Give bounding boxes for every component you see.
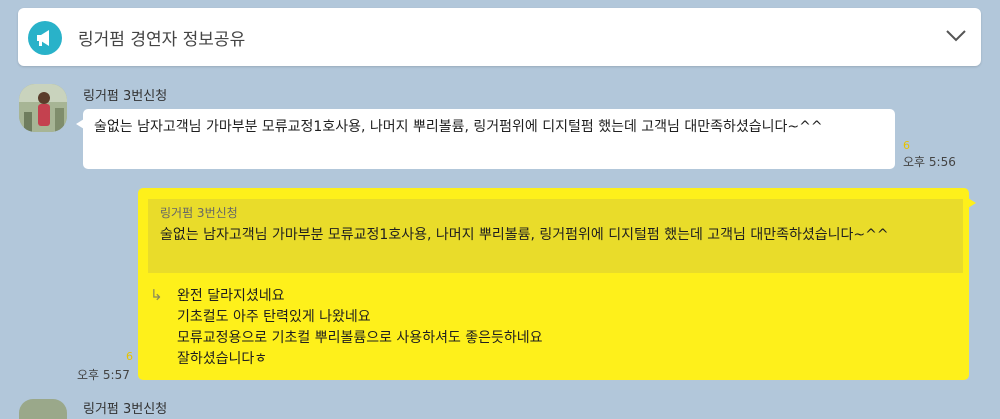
quoted-message[interactable]: 링거펌 3번신청 술없는 남자고객님 가마부분 모류교정1호사용, 나머지 뿌리… (148, 199, 963, 273)
avatar[interactable] (19, 84, 67, 132)
notice-bar[interactable]: 링거펌 경연자 정보공유 (18, 8, 981, 66)
reply-line: 기초컬도 아주 탄력있게 나왔네요 (177, 309, 371, 325)
reply-line: 완전 달라지셨네요 (177, 288, 285, 304)
megaphone-icon (28, 21, 62, 55)
unread-count: 6 (903, 139, 910, 152)
reply-line: 모류교정용으로 기초컬 뿌리볼륨으로 사용하셔도 좋은듯하네요 (177, 330, 543, 346)
reply-text: 완전 달라지셨네요 기초컬도 아주 탄력있게 나왔네요 모류교정용으로 기초컬 … (177, 286, 543, 370)
reply-line: 잘하셨습니다ㅎ (177, 351, 268, 367)
chevron-down-icon[interactable] (945, 28, 967, 47)
quoted-sender: 링거펌 3번신청 (160, 206, 238, 220)
notice-title: 링거펌 경연자 정보공유 (78, 30, 246, 50)
message-time: 오후 5:56 (903, 155, 956, 169)
incoming-message-bubble[interactable]: 술없는 남자고객님 가마부분 모류교정1호사용, 나머지 뿌리볼륨, 링거펌위에… (76, 109, 895, 169)
reply-arrow-icon: ↳ (150, 286, 163, 304)
quoted-text: 술없는 남자고객님 가마부분 모류교정1호사용, 나머지 뿌리볼륨, 링거펌위에… (160, 227, 889, 243)
reply-time: 오후 5:57 (77, 368, 130, 382)
message-text: 술없는 남자고객님 가마부분 모류교정1호사용, 나머지 뿌리볼륨, 링거펌위에… (94, 119, 823, 135)
reply-unread-count: 6 (126, 350, 133, 363)
outgoing-reply-bubble[interactable]: 링거펌 3번신청 술없는 남자고객님 가마부분 모류교정1호사용, 나머지 뿌리… (138, 188, 976, 380)
sender-name: 링거펌 3번신청 (83, 89, 168, 104)
avatar[interactable] (19, 399, 67, 419)
